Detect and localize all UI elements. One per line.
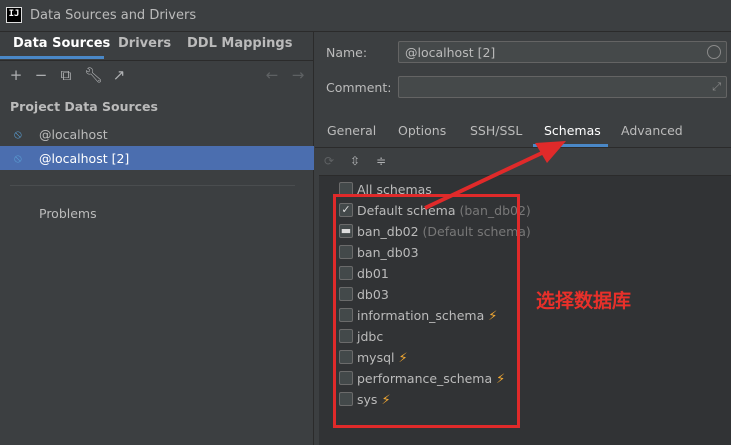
tab-data-sources[interactable]: Data Sources	[13, 36, 110, 58]
name-label: Name:	[326, 45, 368, 60]
section-title: Project Data Sources	[10, 99, 158, 114]
tab-drivers[interactable]: Drivers	[118, 36, 171, 58]
mysql-dolphin-icon: ⦸	[14, 151, 22, 165]
divider	[10, 185, 295, 186]
title-bar: IJ Data Sources and Drivers	[0, 0, 731, 32]
mysql-dolphin-icon: ⦸	[14, 127, 22, 141]
window-title: Data Sources and Drivers	[30, 8, 197, 23]
duplicate-icon[interactable]: ⧉	[57, 66, 75, 84]
tab-schemas[interactable]: Schemas	[544, 123, 601, 138]
tab-general[interactable]: General	[327, 123, 376, 138]
problems-item[interactable]: Problems	[39, 206, 97, 221]
tab-advanced[interactable]: Advanced	[621, 123, 683, 138]
back-arrow-icon[interactable]: ←	[263, 66, 281, 84]
data-source-item[interactable]: ⦸ @localhost	[0, 122, 314, 146]
wrench-icon[interactable]: 🔧︎	[84, 66, 103, 84]
tab-options[interactable]: Options	[398, 123, 446, 138]
comment-field[interactable]: ⤢	[398, 76, 727, 98]
forward-arrow-icon[interactable]: →	[289, 66, 307, 84]
name-field-value: @localhost [2]	[405, 45, 496, 60]
tabs-divider	[0, 60, 314, 61]
tab-ddl-mappings[interactable]: DDL Mappings	[187, 36, 292, 58]
data-source-item[interactable]: ⦸ @localhost [2]	[0, 146, 314, 170]
data-source-label: @localhost [2]	[39, 151, 130, 166]
color-circle-icon[interactable]	[707, 45, 721, 59]
remove-icon[interactable]: −	[32, 66, 50, 84]
comment-label: Comment:	[326, 80, 392, 95]
intellij-app-icon: IJ	[6, 7, 22, 23]
refresh-icon[interactable]: ⟳	[321, 153, 337, 169]
active-tab-indicator	[0, 56, 104, 59]
jump-to-source-icon[interactable]: ↗	[110, 66, 128, 84]
annotation-box	[333, 194, 520, 428]
tabs-divider	[315, 147, 731, 148]
tab-ssh-ssl[interactable]: SSH/SSL	[470, 123, 522, 138]
expand-all-icon[interactable]: ⇳	[347, 153, 363, 169]
add-icon[interactable]: +	[7, 66, 25, 84]
expand-icon[interactable]: ⤢	[712, 80, 721, 94]
name-field[interactable]: @localhost [2]	[398, 41, 727, 63]
annotation-label: 选择数据库	[536, 290, 632, 312]
left-panel: Data Sources Drivers DDL Mappings + − ⧉ …	[0, 32, 314, 445]
data-source-label: @localhost	[39, 127, 108, 142]
collapse-all-icon[interactable]: ≑	[373, 153, 389, 169]
